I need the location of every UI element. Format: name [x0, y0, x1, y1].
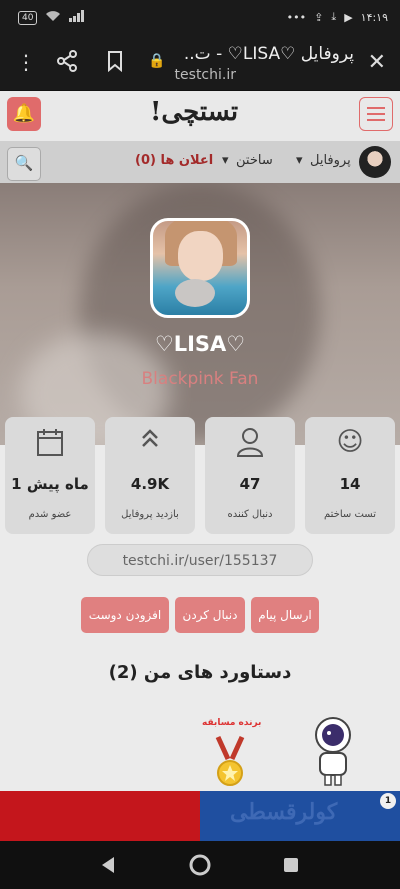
- menu-line: [367, 107, 385, 109]
- nav-bar: 🔍 اعلان ها (0) ▾ ساختن ▾ پروفایل: [0, 141, 400, 184]
- profile-bio: Blackpink Fan: [141, 369, 259, 389]
- menu-line: [367, 119, 385, 121]
- share-icon[interactable]: [56, 50, 78, 77]
- stat-value: 14: [339, 475, 361, 493]
- smiley-icon: ☺: [336, 427, 364, 457]
- nav-notifications[interactable]: اعلان ها (0): [135, 153, 213, 168]
- follow-button[interactable]: دنبال کردن: [175, 597, 245, 633]
- double-chevron-up-icon: [105, 427, 195, 458]
- banner-text: کولرقسطی: [230, 799, 338, 825]
- stat-card-joined: 1 ماه پیش عضو شدم: [5, 417, 95, 534]
- stat-card-followers[interactable]: 47 دنبال کننده: [205, 417, 295, 534]
- profile-link[interactable]: testchi.ir/user/155137: [87, 544, 313, 576]
- site-header: 🔔 تستچی!: [0, 91, 400, 141]
- nav-create-chevron-icon[interactable]: ▾: [222, 153, 229, 168]
- nav-create[interactable]: ساختن: [236, 153, 273, 168]
- user-icon: [205, 427, 295, 464]
- banner-red-half: [0, 791, 200, 841]
- search-icon: 🔍: [14, 154, 34, 172]
- add-friend-button[interactable]: افزودن دوست: [81, 597, 169, 633]
- bell-icon: 🔔: [12, 103, 36, 124]
- system-nav-bar: [0, 841, 400, 889]
- signal-icon: [69, 10, 85, 25]
- stat-label: بازدید پروفایل: [121, 509, 179, 520]
- profile-avatar: [150, 218, 250, 318]
- wifi-icon: [45, 10, 61, 25]
- profile-username: ♡LISA♡: [154, 332, 246, 356]
- notification-bell-button[interactable]: 🔔: [7, 97, 41, 131]
- calendar-icon: [5, 427, 95, 464]
- stat-label: عضو شدم: [28, 509, 72, 520]
- upload-icon: ⇪: [314, 10, 324, 24]
- back-icon[interactable]: [98, 855, 118, 875]
- menu-line: [367, 113, 385, 115]
- hamburger-menu-button[interactable]: [359, 97, 393, 131]
- more-dots: •••: [286, 10, 307, 24]
- download-icon: ⤓: [331, 10, 337, 23]
- send-message-button[interactable]: ارسال پیام: [251, 597, 319, 633]
- stat-value: 47: [239, 475, 261, 493]
- status-bar: 40 ••• ⇪ ⤓ ▶ ۱۴:۱۹: [0, 0, 400, 36]
- stat-value: 4.9K: [130, 475, 170, 493]
- site-logo[interactable]: تستچی!: [150, 97, 238, 127]
- banner-counter-badge[interactable]: 1: [380, 793, 396, 809]
- stat-card-views: 4.9K بازدید پروفایل: [105, 417, 195, 534]
- stat-label: تست ساختم: [324, 509, 376, 520]
- user-avatar-small[interactable]: [359, 146, 391, 178]
- avatar-cat: [175, 279, 215, 307]
- astronaut-icon[interactable]: [310, 715, 356, 787]
- ad-banner[interactable]: کولرقسطی 1: [0, 791, 400, 841]
- stat-label: دنبال کننده: [227, 509, 273, 520]
- play-icon: ▶: [344, 10, 353, 24]
- close-icon[interactable]: ✕: [368, 50, 386, 75]
- nav-profile[interactable]: پروفایل: [310, 153, 351, 168]
- battery-indicator: 40: [18, 10, 38, 25]
- badge-caption: برنده مسابقه: [202, 718, 262, 728]
- nav-profile-chevron-icon[interactable]: ▾: [296, 153, 303, 168]
- search-button[interactable]: 🔍: [7, 147, 41, 181]
- page-title: پروفایل ♡LISA♡ - ت..: [183, 44, 354, 64]
- clock-time: ۱۴:۱۹: [360, 10, 388, 24]
- lock-icon: 🔒: [148, 53, 166, 69]
- stat-value: 1 ماه پیش: [11, 475, 89, 493]
- url-text[interactable]: testchi.ir: [175, 67, 236, 83]
- achievements-title: دستاورد های من (2): [108, 662, 292, 683]
- stat-card-tests: ☺ 14 تست ساختم: [305, 417, 395, 534]
- kebab-menu-icon[interactable]: ⋮: [16, 50, 36, 74]
- recents-icon[interactable]: [282, 856, 300, 874]
- avatar-face: [178, 231, 223, 281]
- medal-icon[interactable]: [214, 735, 246, 787]
- home-icon[interactable]: [188, 853, 212, 877]
- bookmark-icon[interactable]: [106, 50, 124, 77]
- browser-toolbar: ⋮ 🔒 پروفایل ♡LISA♡ - ت.. testchi.ir ✕: [0, 36, 400, 90]
